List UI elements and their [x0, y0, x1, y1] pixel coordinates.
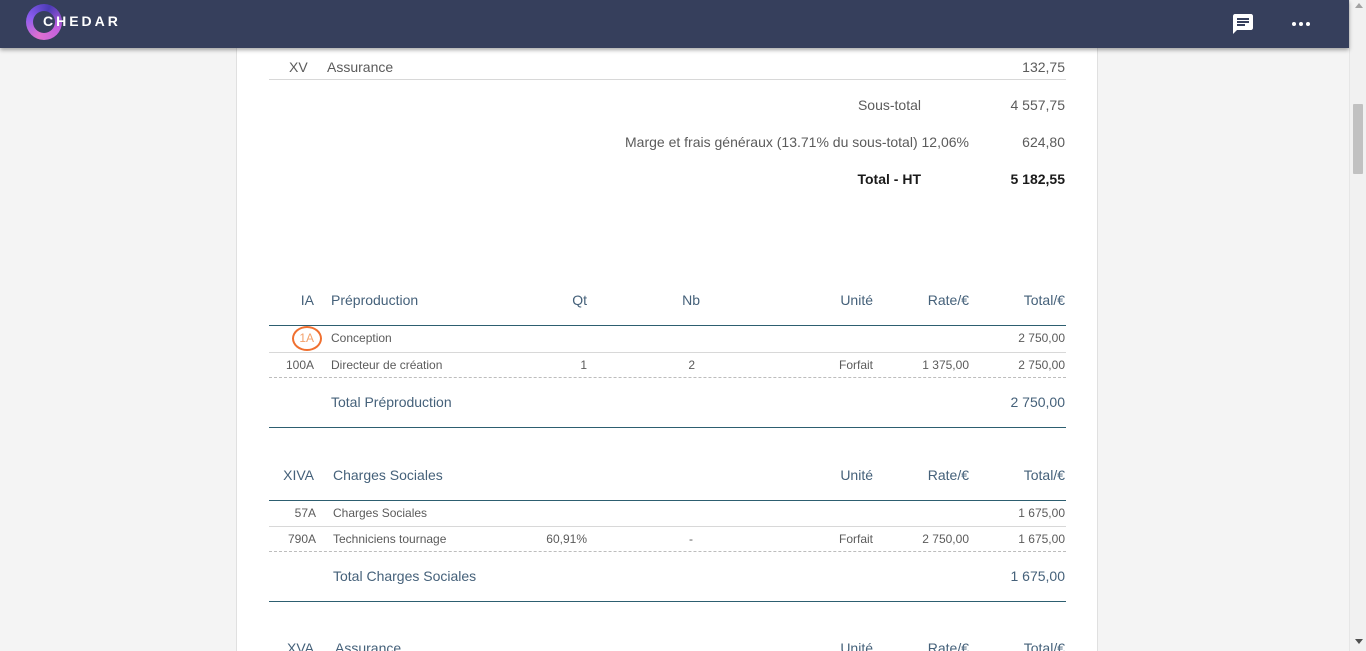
group-code[interactable]: 1A	[277, 331, 314, 345]
dashed-divider	[269, 377, 1066, 378]
section-end-divider	[269, 601, 1066, 602]
line-code: 790A	[287, 532, 316, 546]
group-total: 1 675,00	[1018, 506, 1065, 520]
line-total: 1 675,00	[1018, 532, 1065, 546]
section-divider	[269, 325, 1066, 326]
section-end-divider	[269, 427, 1066, 428]
chat-icon[interactable]	[1231, 12, 1255, 36]
scroll-down-arrow-icon[interactable]	[1355, 639, 1363, 644]
app-logo[interactable]: CHEDAR	[26, 4, 146, 42]
budget-document: XV Assurance 132,75 Sous-total 4 557,75 …	[236, 0, 1098, 651]
section-total-label: Total Préproduction	[331, 394, 452, 410]
row-label: Assurance	[327, 59, 394, 75]
line-qt: 60,91%	[546, 532, 587, 546]
line-code: 100A	[285, 358, 314, 372]
total-ht-value: 5 182,55	[1010, 171, 1066, 187]
scroll-up-arrow-icon[interactable]	[1355, 3, 1363, 8]
section-title: Assurance	[335, 640, 402, 651]
total-ht-label: Total - HT	[857, 171, 921, 187]
line-label: Techniciens tournage	[333, 532, 447, 546]
header-unite: Unité	[840, 467, 873, 483]
marge-label: Marge et frais généraux (13.71% du sous-…	[625, 134, 969, 150]
divider	[269, 526, 1066, 527]
subtotal-value: 4 557,75	[1010, 97, 1066, 113]
section-code: IA	[300, 292, 314, 308]
section-code: XVA	[287, 640, 314, 651]
marge-value: 624,80	[1022, 134, 1065, 150]
line-qt: 1	[580, 358, 587, 372]
line-unite: Forfait	[838, 358, 873, 372]
group-label: Conception	[331, 331, 392, 345]
line-rate: 2 750,00	[922, 532, 969, 546]
line-nb: -	[689, 532, 693, 546]
header-rate: Rate/€	[927, 292, 969, 308]
section-divider	[269, 500, 1066, 501]
section-code: XIVA	[283, 467, 314, 483]
header-total: Total/€	[1023, 292, 1065, 308]
subtotal-label: Sous-total	[857, 97, 921, 113]
header-total: Total/€	[1023, 467, 1065, 483]
line-unite: Forfait	[838, 532, 873, 546]
top-bar: CHEDAR	[0, 0, 1349, 48]
logo-text: CHEDAR	[43, 13, 121, 29]
section-total-value: 2 750,00	[1010, 394, 1066, 410]
header-total: Total/€	[1023, 640, 1065, 651]
divider	[269, 352, 1066, 353]
header-unite: Unité	[840, 292, 873, 308]
dashed-divider	[269, 551, 1066, 552]
row-code: XV	[289, 59, 308, 75]
header-nb: Nb	[682, 292, 700, 308]
line-nb: 2	[688, 358, 695, 372]
row-total: 132,75	[1022, 59, 1065, 75]
vertical-scrollbar[interactable]	[1349, 0, 1366, 651]
section-total-label: Total Charges Sociales	[333, 568, 477, 584]
group-total: 2 750,00	[1018, 331, 1065, 345]
header-qt: Qt	[572, 292, 587, 308]
group-label: Charges Sociales	[333, 506, 428, 520]
line-total: 2 750,00	[1018, 358, 1065, 372]
header-unite: Unité	[840, 640, 873, 651]
line-label: Directeur de création	[331, 358, 443, 372]
line-rate: 1 375,00	[922, 358, 969, 372]
section-total-value: 1 675,00	[1010, 568, 1066, 584]
header-rate: Rate/€	[927, 640, 969, 651]
group-code[interactable]: 57A	[267, 506, 316, 520]
scroll-thumb[interactable]	[1353, 104, 1363, 174]
more-horizontal-icon[interactable]	[1289, 12, 1313, 36]
divider	[269, 79, 1066, 80]
section-title: Préproduction	[331, 292, 419, 308]
header-rate: Rate/€	[927, 467, 969, 483]
section-title: Charges Sociales	[333, 467, 443, 483]
